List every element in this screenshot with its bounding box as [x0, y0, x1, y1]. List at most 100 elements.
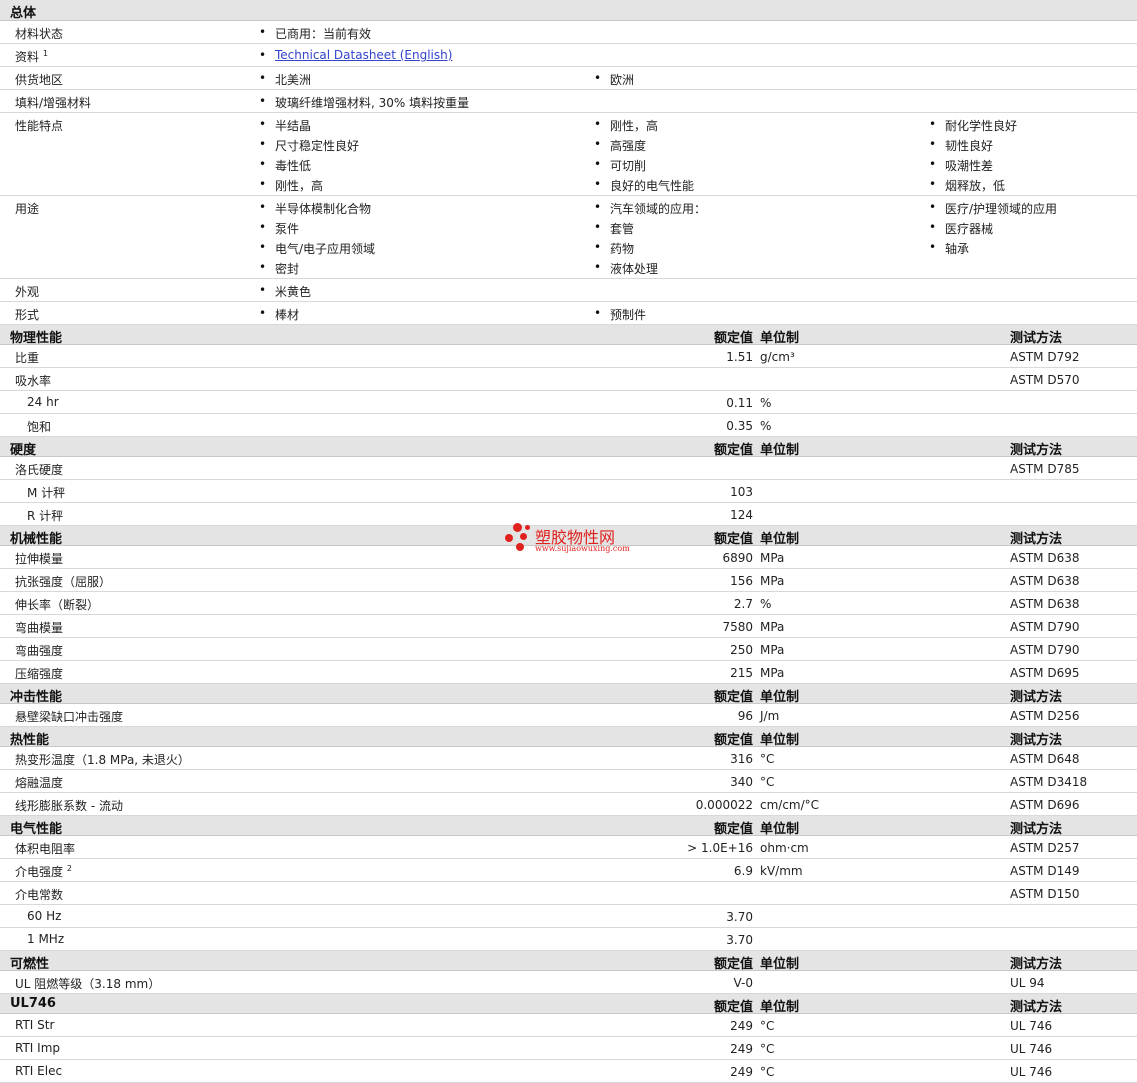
logo-dot-icon — [520, 533, 527, 540]
header-value: 额定值 — [713, 532, 753, 547]
property-unit: % — [760, 396, 772, 410]
footnote-marker: 1 — [42, 49, 48, 58]
general-row: 供货地区 北美洲 欧洲 — [0, 67, 1137, 90]
section-title: UL746 — [10, 996, 56, 1011]
list-item: 良好的电气性能 — [594, 177, 694, 194]
header-unit: 单位制 — [760, 690, 800, 705]
header-value: 额定值 — [713, 331, 753, 346]
property-label-text: RTI Str — [15, 1018, 55, 1032]
property-label-text: M 计秤 — [27, 486, 66, 500]
header-value: 额定值 — [713, 822, 753, 837]
property-label: R 计秤 — [27, 507, 63, 524]
property-unit: MPa — [760, 574, 785, 588]
property-label-text: 饱和 — [27, 420, 52, 434]
section-header: 冲击性能 额定值 单位制 测试方法 — [0, 684, 1137, 705]
header-method: 测试方法 — [1010, 1000, 1063, 1015]
property-value: 215 — [730, 666, 753, 680]
property-unit: g/cm³ — [760, 350, 795, 364]
general-row: 形式 棒材 预制件 — [0, 302, 1137, 325]
property-label: 热变形温度（1.8 MPa, 未退火） — [15, 751, 190, 768]
header-method: 测试方法 — [1010, 733, 1063, 748]
property-unit: % — [760, 597, 772, 611]
row-label: 性能特点 — [15, 117, 63, 134]
property-value: 6890 — [722, 551, 753, 565]
list-item: 泵件 — [259, 220, 299, 237]
row-label-text: 用途 — [15, 202, 40, 216]
test-method: ASTM D785 — [1010, 462, 1080, 476]
logo-dot-icon — [505, 534, 513, 542]
test-method: UL 746 — [1010, 1042, 1053, 1056]
general-row: 资料 1 Technical Datasheet (English) — [0, 44, 1137, 67]
property-value: 249 — [730, 1042, 753, 1056]
test-method: UL 746 — [1010, 1019, 1053, 1033]
row-label-text: 供货地区 — [15, 73, 64, 87]
property-label-text: 悬壁梁缺口冲击强度 — [15, 710, 124, 724]
test-method: ASTM D790 — [1010, 643, 1080, 657]
property-label-text: RTI Imp — [15, 1041, 60, 1055]
list-item: 刚性，高 — [259, 177, 323, 194]
row-label-text: 填料/增强材料 — [15, 96, 92, 110]
property-value: 249 — [730, 1065, 753, 1079]
property-label-text: 介电强度 — [15, 865, 64, 879]
property-unit: cm/cm/°C — [760, 798, 820, 812]
datasheet-link[interactable]: Technical Datasheet (English) — [259, 48, 452, 62]
property-row: 悬壁梁缺口冲击强度 96 J/m ASTM D256 — [0, 704, 1137, 727]
property-unit: MPa — [760, 551, 785, 565]
property-label-text: 弯曲强度 — [15, 644, 64, 658]
list-item: 毒性低 — [259, 157, 311, 174]
header-unit: 单位制 — [760, 331, 800, 346]
property-unit: kV/mm — [760, 864, 803, 878]
list-item: 汽车领域的应用： — [594, 200, 706, 217]
property-label-text: 比重 — [15, 351, 40, 365]
row-label: 材料状态 — [15, 25, 63, 42]
property-row: 饱和 0.35% — [0, 414, 1137, 437]
section-header: 电气性能 额定值 单位制 测试方法 — [0, 816, 1137, 837]
list-item: 套管 — [594, 220, 634, 237]
general-row: 填料/增强材料 玻璃纤维增强材料, 30% 填料按重量 — [0, 90, 1137, 113]
property-label: 洛氏硬度 — [15, 461, 63, 478]
row-label-text: 外观 — [15, 285, 40, 299]
list-item: 电气/电子应用领域 — [259, 240, 375, 257]
property-value: 103 — [730, 485, 753, 499]
property-unit: MPa — [760, 620, 785, 634]
header-unit: 单位制 — [760, 957, 800, 972]
property-row: 24 hr 0.11% — [0, 391, 1137, 414]
header-method: 测试方法 — [1010, 690, 1063, 705]
property-label: 弯曲模量 — [15, 619, 63, 636]
property-value: 0.11 — [726, 396, 753, 410]
header-value: 额定值 — [713, 690, 753, 705]
property-value: 2.7 — [733, 597, 753, 611]
property-label-text: 1 MHz — [27, 932, 65, 946]
row-label: 资料 1 — [15, 48, 48, 65]
property-label-text: 洛氏硬度 — [15, 463, 64, 477]
property-value: 3.70 — [726, 933, 753, 947]
row-label: 填料/增强材料 — [15, 94, 91, 111]
property-row: 60 Hz 3.70 — [0, 905, 1137, 928]
property-row: 熔融温度 340 °C ASTM D3418 — [0, 770, 1137, 793]
property-row: 线形膨胀系数 - 流动 0.000022 cm/cm/°C ASTM D696 — [0, 793, 1137, 816]
property-label: RTI Elec — [15, 1064, 62, 1078]
section-title: 总体 — [10, 6, 37, 21]
row-label: 外观 — [15, 283, 39, 300]
list-item: 棒材 — [259, 306, 299, 323]
property-row: 介电常数 ASTM D150 — [0, 882, 1137, 905]
logo-dot-icon — [513, 523, 522, 532]
test-method: ASTM D638 — [1010, 597, 1080, 611]
section-header: 物理性能 额定值 单位制 测试方法 — [0, 325, 1137, 346]
property-label: 饱和 — [27, 418, 51, 435]
property-unit: °C — [760, 775, 775, 789]
property-row: 热变形温度（1.8 MPa, 未退火） 316 °C ASTM D648 — [0, 747, 1137, 770]
property-label: 24 hr — [27, 395, 59, 409]
property-value: > 1.0E+16 — [687, 841, 753, 855]
list-item: 液体处理 — [594, 260, 658, 277]
row-label: 供货地区 — [15, 71, 63, 88]
property-row: RTI Str 249 °C UL 746 — [0, 1014, 1137, 1037]
property-label-text: 弯曲模量 — [15, 621, 64, 635]
property-label-text: 体积电阻率 — [15, 842, 76, 856]
property-label: 比重 — [15, 349, 39, 366]
general-row: 性能特点半结晶尺寸稳定性良好毒性低刚性，高刚性，高高强度可切削良好的电气性能耐化… — [0, 113, 1137, 196]
section-header: 可燃性 额定值 单位制 测试方法 — [0, 951, 1137, 972]
property-value: 7580 — [722, 620, 753, 634]
property-label-text: UL 阻燃等级（3.18 mm） — [15, 977, 161, 991]
property-value: V-0 — [733, 976, 753, 990]
